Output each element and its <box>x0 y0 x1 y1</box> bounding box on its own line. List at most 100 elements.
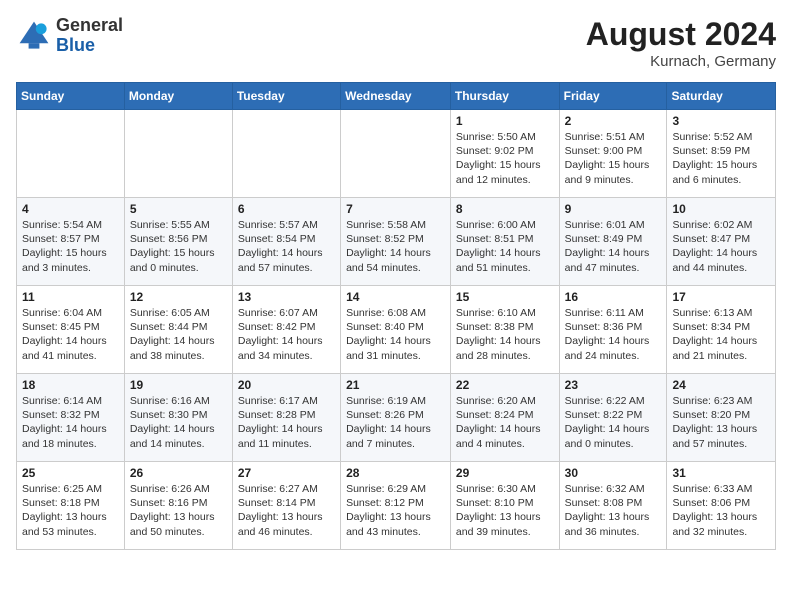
calendar-cell: 15 Sunrise: 6:10 AM Sunset: 8:38 PM Dayli… <box>450 286 559 374</box>
day-number: 20 <box>238 378 335 392</box>
day-number: 21 <box>346 378 445 392</box>
day-number: 22 <box>456 378 554 392</box>
calendar-cell: 2Sunrise: 5:51 AM Sunset: 9:00 PM Daylig… <box>559 110 667 198</box>
day-number: 14 <box>346 290 445 304</box>
calendar-cell: 12 Sunrise: 6:05 AM Sunset: 8:44 PM Dayli… <box>124 286 232 374</box>
day-info: Sunrise: 6:19 AM Sunset: 8:26 PM Dayligh… <box>346 394 445 451</box>
day-info: Sunrise: 6:25 AM Sunset: 8:18 PM Dayligh… <box>22 482 119 539</box>
day-info: Sunrise: 5:52 AM Sunset: 8:59 PM Dayligh… <box>672 130 770 187</box>
col-header-saturday: Saturday <box>667 83 776 110</box>
day-number: 27 <box>238 466 335 480</box>
day-info: Sunrise: 6:13 AM Sunset: 8:34 PM Dayligh… <box>672 306 770 363</box>
calendar-cell: 4Sunrise: 5:54 AM Sunset: 8:57 PM Daylig… <box>17 198 125 286</box>
calendar-cell: 21 Sunrise: 6:19 AM Sunset: 8:26 PM Dayli… <box>341 374 451 462</box>
col-header-friday: Friday <box>559 83 667 110</box>
title-block: August 2024 Kurnach, Germany <box>586 16 776 70</box>
calendar-cell: 10 Sunrise: 6:02 AM Sunset: 8:47 PM Dayli… <box>667 198 776 286</box>
day-number: 6 <box>238 202 335 216</box>
day-info: Sunrise: 6:00 AM Sunset: 8:51 PM Dayligh… <box>456 218 554 275</box>
day-info: Sunrise: 6:02 AM Sunset: 8:47 PM Dayligh… <box>672 218 770 275</box>
day-info: Sunrise: 6:08 AM Sunset: 8:40 PM Dayligh… <box>346 306 445 363</box>
day-number: 8 <box>456 202 554 216</box>
logo-icon <box>16 18 52 54</box>
day-number: 2 <box>565 114 662 128</box>
day-number: 3 <box>672 114 770 128</box>
day-info: Sunrise: 6:10 AM Sunset: 8:38 PM Dayligh… <box>456 306 554 363</box>
day-number: 13 <box>238 290 335 304</box>
calendar-week-1: 1 Sunrise: 5:50 AM Sunset: 9:02 PM Daylig… <box>17 110 776 198</box>
day-number: 11 <box>22 290 119 304</box>
col-header-sunday: Sunday <box>17 83 125 110</box>
calendar-cell: 7 Sunrise: 5:58 AM Sunset: 8:52 PM Daylig… <box>341 198 451 286</box>
month-year: August 2024 <box>586 16 776 53</box>
calendar-cell: 9 Sunrise: 6:01 AM Sunset: 8:49 PM Daylig… <box>559 198 667 286</box>
header-row: SundayMondayTuesdayWednesdayThursdayFrid… <box>17 83 776 110</box>
logo: General Blue <box>16 16 123 56</box>
day-number: 31 <box>672 466 770 480</box>
calendar-cell: 3 Sunrise: 5:52 AM Sunset: 8:59 PM Daylig… <box>667 110 776 198</box>
day-number: 10 <box>672 202 770 216</box>
day-info: Sunrise: 6:33 AM Sunset: 8:06 PM Dayligh… <box>672 482 770 539</box>
col-header-monday: Monday <box>124 83 232 110</box>
day-number: 19 <box>130 378 227 392</box>
col-header-tuesday: Tuesday <box>232 83 340 110</box>
calendar-cell: 26Sunrise: 6:26 AM Sunset: 8:16 PM Dayli… <box>124 462 232 550</box>
day-number: 1 <box>456 114 554 128</box>
day-info: Sunrise: 6:16 AM Sunset: 8:30 PM Dayligh… <box>130 394 227 451</box>
page-header: General Blue August 2024 Kurnach, German… <box>16 16 776 70</box>
day-info: Sunrise: 6:22 AM Sunset: 8:22 PM Dayligh… <box>565 394 662 451</box>
logo-general: General <box>56 16 123 36</box>
calendar-table: SundayMondayTuesdayWednesdayThursdayFrid… <box>16 82 776 550</box>
day-number: 5 <box>130 202 227 216</box>
day-info: Sunrise: 6:23 AM Sunset: 8:20 PM Dayligh… <box>672 394 770 451</box>
day-info: Sunrise: 5:58 AM Sunset: 8:52 PM Dayligh… <box>346 218 445 275</box>
day-info: Sunrise: 6:29 AM Sunset: 8:12 PM Dayligh… <box>346 482 445 539</box>
col-header-thursday: Thursday <box>450 83 559 110</box>
day-number: 26 <box>130 466 227 480</box>
day-number: 15 <box>456 290 554 304</box>
day-info: Sunrise: 5:50 AM Sunset: 9:02 PM Dayligh… <box>456 130 554 187</box>
calendar-cell <box>232 110 340 198</box>
calendar-cell: 13Sunrise: 6:07 AM Sunset: 8:42 PM Dayli… <box>232 286 340 374</box>
day-info: Sunrise: 6:32 AM Sunset: 8:08 PM Dayligh… <box>565 482 662 539</box>
day-info: Sunrise: 6:17 AM Sunset: 8:28 PM Dayligh… <box>238 394 335 451</box>
day-number: 23 <box>565 378 662 392</box>
calendar-cell: 14 Sunrise: 6:08 AM Sunset: 8:40 PM Dayli… <box>341 286 451 374</box>
calendar-week-4: 18 Sunrise: 6:14 AM Sunset: 8:32 PM Dayli… <box>17 374 776 462</box>
day-info: Sunrise: 6:30 AM Sunset: 8:10 PM Dayligh… <box>456 482 554 539</box>
calendar-week-5: 25Sunrise: 6:25 AM Sunset: 8:18 PM Dayli… <box>17 462 776 550</box>
calendar-cell: 6Sunrise: 5:57 AM Sunset: 8:54 PM Daylig… <box>232 198 340 286</box>
calendar-cell: 25Sunrise: 6:25 AM Sunset: 8:18 PM Dayli… <box>17 462 125 550</box>
day-number: 4 <box>22 202 119 216</box>
calendar-cell: 5 Sunrise: 5:55 AM Sunset: 8:56 PM Daylig… <box>124 198 232 286</box>
day-number: 9 <box>565 202 662 216</box>
calendar-cell: 28 Sunrise: 6:29 AM Sunset: 8:12 PM Dayli… <box>341 462 451 550</box>
calendar-cell <box>341 110 451 198</box>
calendar-cell: 29 Sunrise: 6:30 AM Sunset: 8:10 PM Dayli… <box>450 462 559 550</box>
day-info: Sunrise: 6:14 AM Sunset: 8:32 PM Dayligh… <box>22 394 119 451</box>
day-number: 29 <box>456 466 554 480</box>
day-number: 17 <box>672 290 770 304</box>
calendar-cell: 30Sunrise: 6:32 AM Sunset: 8:08 PM Dayli… <box>559 462 667 550</box>
day-info: Sunrise: 6:01 AM Sunset: 8:49 PM Dayligh… <box>565 218 662 275</box>
calendar-cell: 23 Sunrise: 6:22 AM Sunset: 8:22 PM Dayli… <box>559 374 667 462</box>
col-header-wednesday: Wednesday <box>341 83 451 110</box>
day-number: 18 <box>22 378 119 392</box>
day-info: Sunrise: 5:55 AM Sunset: 8:56 PM Dayligh… <box>130 218 227 275</box>
calendar-cell: 17 Sunrise: 6:13 AM Sunset: 8:34 PM Dayli… <box>667 286 776 374</box>
logo-blue: Blue <box>56 36 123 56</box>
day-number: 28 <box>346 466 445 480</box>
day-info: Sunrise: 6:27 AM Sunset: 8:14 PM Dayligh… <box>238 482 335 539</box>
calendar-cell: 27 Sunrise: 6:27 AM Sunset: 8:14 PM Dayli… <box>232 462 340 550</box>
logo-text: General Blue <box>56 16 123 56</box>
day-number: 12 <box>130 290 227 304</box>
calendar-cell: 31 Sunrise: 6:33 AM Sunset: 8:06 PM Dayli… <box>667 462 776 550</box>
day-info: Sunrise: 6:04 AM Sunset: 8:45 PM Dayligh… <box>22 306 119 363</box>
calendar-week-2: 4Sunrise: 5:54 AM Sunset: 8:57 PM Daylig… <box>17 198 776 286</box>
day-number: 7 <box>346 202 445 216</box>
calendar-cell: 16Sunrise: 6:11 AM Sunset: 8:36 PM Dayli… <box>559 286 667 374</box>
day-number: 24 <box>672 378 770 392</box>
calendar-header: SundayMondayTuesdayWednesdayThursdayFrid… <box>17 83 776 110</box>
day-info: Sunrise: 6:05 AM Sunset: 8:44 PM Dayligh… <box>130 306 227 363</box>
calendar-cell: 18 Sunrise: 6:14 AM Sunset: 8:32 PM Dayli… <box>17 374 125 462</box>
